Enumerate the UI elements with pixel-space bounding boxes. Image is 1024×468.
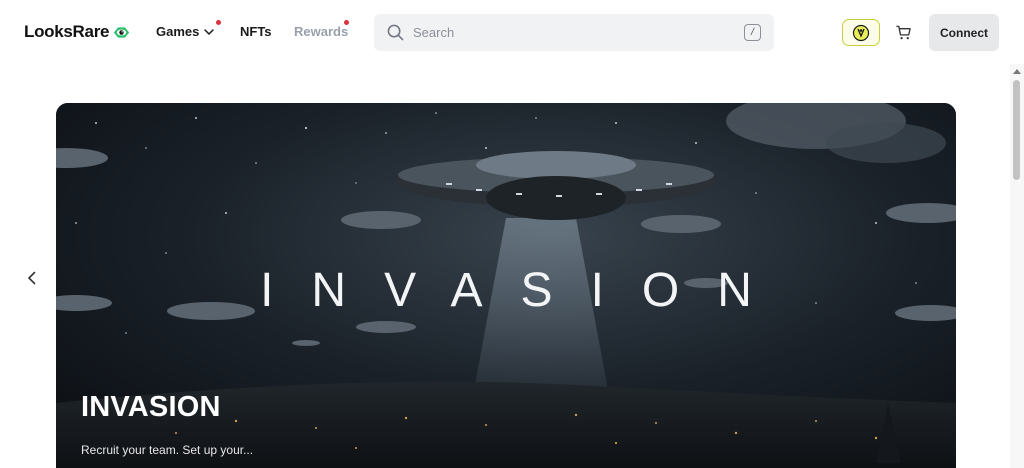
header: LooksRare Games NFTs Rewards Search / Co… xyxy=(0,0,1024,64)
banner-description: Recruit your team. Set up your... xyxy=(81,443,254,457)
cart-icon xyxy=(895,25,911,39)
games-notification-dot xyxy=(216,20,221,25)
nav-games-label: Games xyxy=(156,24,200,39)
scroll-thumb[interactable] xyxy=(1013,80,1020,180)
chevron-left-icon xyxy=(27,271,36,285)
banner-logo-text: INVASION xyxy=(260,264,790,317)
search-input[interactable] xyxy=(413,25,713,40)
connect-button[interactable]: Connect xyxy=(929,14,999,51)
chevron-down-icon xyxy=(204,28,215,35)
rewards-notification-dot xyxy=(344,20,349,25)
page-scrollbar[interactable] xyxy=(1010,64,1024,468)
page: LooksRare Games NFTs Rewards Search / Co… xyxy=(0,0,1024,468)
nav-nfts[interactable]: NFTs xyxy=(240,24,272,39)
search-shortcut-key: / xyxy=(744,24,761,41)
carousel-prev-button[interactable] xyxy=(24,268,40,288)
logo-text: LooksRare xyxy=(24,22,110,41)
banner-title: INVASION xyxy=(81,391,221,423)
rewards-badge-icon xyxy=(852,24,870,41)
cart-button[interactable] xyxy=(893,22,913,42)
nav-nfts-label: NFTs xyxy=(240,24,272,39)
eye-icon xyxy=(114,26,130,38)
nav-rewards[interactable]: Rewards xyxy=(294,24,348,39)
search-icon xyxy=(387,24,404,41)
nav-rewards-label: Rewards xyxy=(294,24,349,39)
hero-banner[interactable]: INVASION INVASION Recruit your team. Set… xyxy=(56,103,956,468)
search-bar[interactable]: / xyxy=(374,14,774,51)
rewards-badge-button[interactable] xyxy=(842,19,880,46)
scroll-up-icon[interactable] xyxy=(1013,69,1021,74)
nav-games[interactable]: Games xyxy=(156,24,215,39)
logo[interactable]: LooksRare xyxy=(24,22,130,42)
